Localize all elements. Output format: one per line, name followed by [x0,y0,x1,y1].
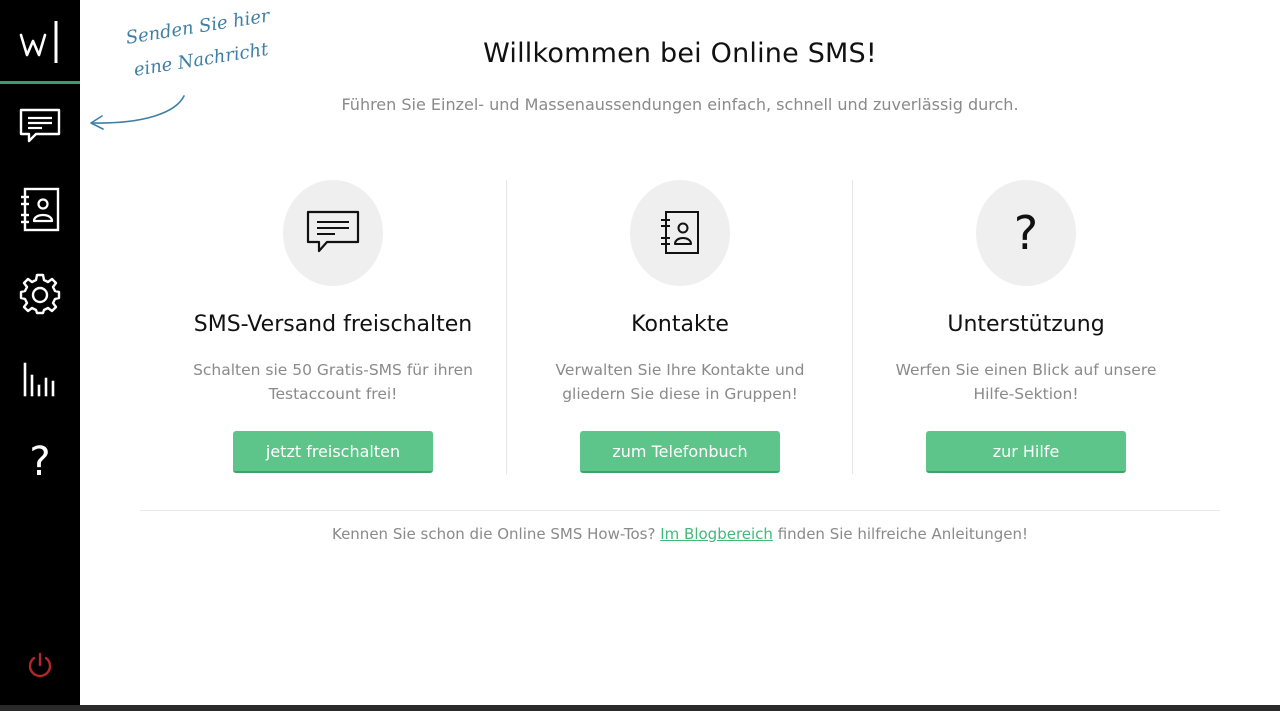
card-description: Verwalten Sie Ihre Kontakte und gliedern… [527,358,833,406]
logo-icon [19,21,58,63]
window-bottom-edge [0,705,1280,711]
card-description-line: Hilfe-Sektion! [973,385,1079,403]
sidebar-item-help[interactable]: ? [0,420,80,504]
card-icon-circle [283,180,383,286]
phonebook-button[interactable]: zum Telefonbuch [580,431,780,473]
sidebar-item-sms[interactable] [0,84,80,168]
footer-text-before: Kennen Sie schon die Online SMS How-Tos? [331,525,656,543]
card-description: Schalten sie 50 Gratis-SMS für ihren Tes… [180,358,486,406]
card-icon-circle [630,180,730,286]
sidebar: ? [0,0,80,711]
footer-text: Kennen Sie schon die Online SMS How-Tos?… [80,525,1280,543]
question-icon: ? [29,439,51,485]
footer-text-after: finden Sie hilfreiche Anleitungen! [777,525,1028,543]
message-icon [306,210,360,253]
card-description-line: Schalten sie 50 Gratis-SMS für ihren [193,361,473,379]
gear-icon [19,273,61,315]
page-subtitle: Führen Sie Einzel- und Massenaussendunge… [341,95,1019,114]
question-icon: ? [1013,206,1039,260]
card-contacts: Kontakte Verwalten Sie Ihre Kontakte und… [507,180,853,474]
card-title: Kontakte [631,312,729,337]
message-icon [19,108,61,143]
help-button[interactable]: zur Hilfe [926,431,1126,473]
card-support: ? Unterstützung Werfen Sie einen Blick a… [853,180,1199,474]
card-description: Werfen Sie einen Blick auf unsere Hilfe-… [873,358,1179,406]
sidebar-item-statistics[interactable] [0,338,80,422]
sidebar-item-settings[interactable] [0,252,80,336]
card-description-line: Verwalten Sie Ihre Kontakte und [555,361,805,379]
card-title: SMS-Versand freischalten [193,312,473,337]
footer-divider [140,510,1220,511]
address-book-icon [661,211,699,254]
card-icon-circle: ? [976,180,1076,286]
blog-link[interactable]: Im Blogbereich [660,525,773,543]
power-icon[interactable] [24,650,56,682]
card-description-line: Werfen Sie einen Blick auf unsere [895,361,1157,379]
card-sms-activation: SMS-Versand freischalten Schalten sie 50… [160,180,506,474]
sidebar-item-contacts[interactable] [0,168,80,252]
page-title: Willkommen bei Online SMS! [483,38,877,69]
app-logo[interactable] [0,0,80,84]
bar-chart-icon [23,362,55,397]
card-description-line: gliedern Sie diese in Gruppen! [562,385,798,403]
card-description-line: Testaccount frei! [268,385,398,403]
card-title: Unterstützung [947,312,1105,337]
address-book-icon [21,187,60,232]
unlock-button[interactable]: jetzt freischalten [233,431,433,473]
